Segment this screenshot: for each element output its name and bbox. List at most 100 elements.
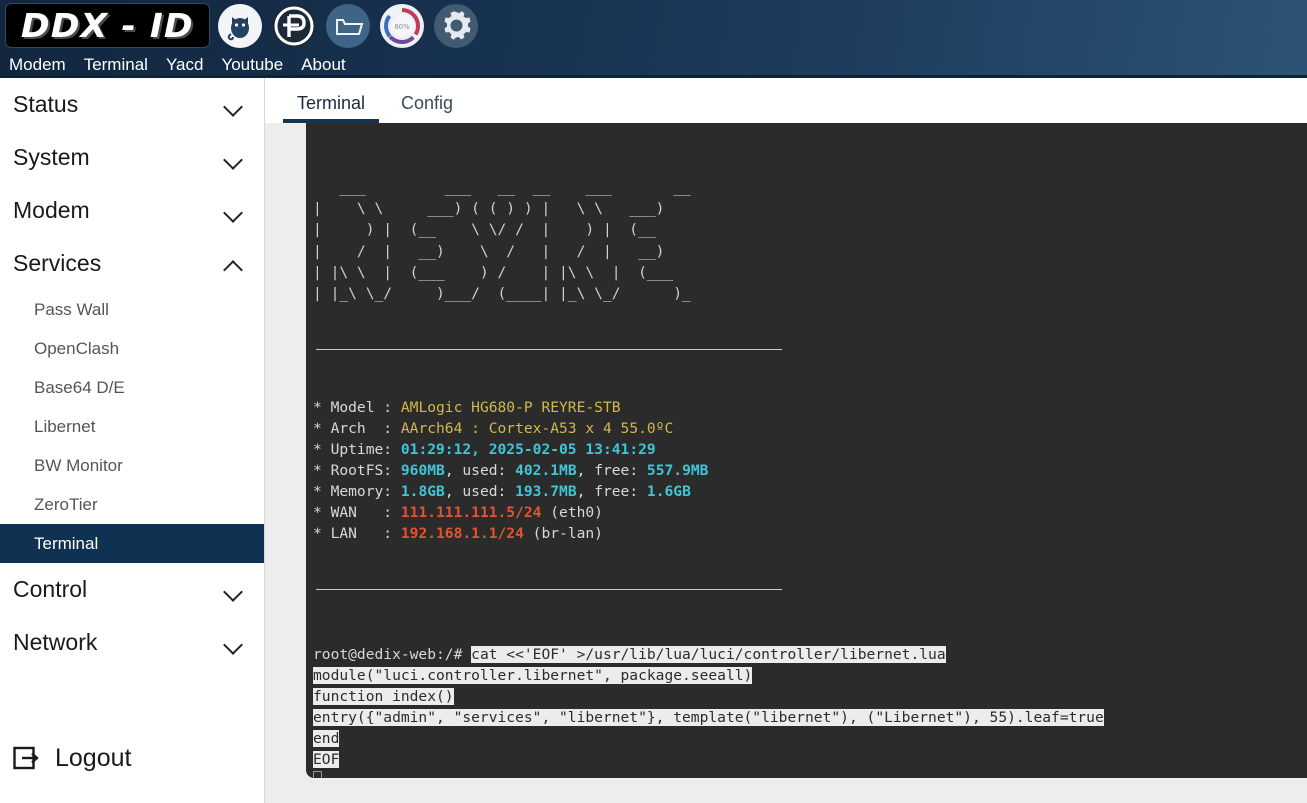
chevron-down-icon xyxy=(224,201,244,221)
sidebar-group-system[interactable]: System xyxy=(0,131,264,184)
info-value: 402.1MB xyxy=(515,462,577,480)
terminal-rule-bottom xyxy=(316,589,782,591)
terminal-command-line: EOF xyxy=(313,749,1307,770)
brand-logo: DDX - ID xyxy=(5,3,210,48)
info-value: 193.7MB xyxy=(515,483,577,501)
terminal-info-line: * Arch : AArch64 : Cortex-A53 x 4 55.0ºC xyxy=(313,418,1307,439)
yacd-cat-icon[interactable] xyxy=(218,4,262,48)
terminal-command-line: end xyxy=(313,728,1307,749)
terminal-panel-wrap: ___ ___ __ __ ___ __ | \ \ ___) ( ( ) ) … xyxy=(306,123,1307,778)
terminal-command-line: entry({"admin", "services", "libernet"},… xyxy=(313,707,1307,728)
info-value: (eth0) xyxy=(541,504,603,522)
info-value: , used: xyxy=(444,462,516,480)
info-value: AMLogic HG680-P REYRE-STB xyxy=(400,399,621,417)
sidebar-group-system-label: System xyxy=(13,144,90,170)
chevron-down-icon xyxy=(224,95,244,115)
sidebar-item-openclash[interactable]: OpenClash xyxy=(0,329,264,368)
info-key: WAN : xyxy=(330,504,401,522)
header-nav-yacd[interactable]: Yacd xyxy=(157,54,213,76)
terminal-command-text: function index() xyxy=(313,688,454,706)
terminal-info-line: * LAN : 192.168.1.1/24 (br-lan) xyxy=(313,523,1307,544)
chevron-down-icon xyxy=(224,580,244,600)
sidebar-group-network-label: Network xyxy=(13,629,98,655)
terminal-ascii-banner: ___ ___ __ __ ___ __ | \ \ ___) ( ( ) ) … xyxy=(313,179,691,303)
brand-logo-text: DDX - ID xyxy=(21,6,194,45)
main-content: Terminal Config ___ ___ __ __ ___ __ | \… xyxy=(265,78,1307,803)
header-nav-about[interactable]: About xyxy=(292,54,354,76)
header-nav-modem[interactable]: Modem xyxy=(0,54,75,76)
info-value: 1.6GB xyxy=(646,483,691,501)
header-nav-youtube[interactable]: Youtube xyxy=(212,54,292,76)
tab-bar: Terminal Config xyxy=(265,78,1307,123)
terminal-info-line: * Model : AMLogic HG680-P REYRE-STB xyxy=(313,397,1307,418)
terminal-cursor-line xyxy=(313,770,1307,778)
file-folder-icon[interactable] xyxy=(326,4,370,48)
sidebar-group-network[interactable]: Network xyxy=(0,616,264,669)
terminal-cursor xyxy=(313,771,322,778)
logout-icon xyxy=(13,746,39,770)
info-value: 111.111.111.5/24 xyxy=(400,504,542,522)
sidebar-item-label: Base64 D/E xyxy=(34,377,125,397)
tab-terminal[interactable]: Terminal xyxy=(279,93,383,123)
terminal-output[interactable]: ___ ___ __ __ ___ __ | \ \ ___) ( ( ) ) … xyxy=(306,123,1307,778)
sidebar-item-label: ZeroTier xyxy=(34,494,98,514)
info-key: Arch : xyxy=(330,420,401,438)
gear-settings-icon[interactable] xyxy=(434,4,478,48)
passwall-p-icon[interactable] xyxy=(272,4,316,48)
sidebar-group-status[interactable]: Status xyxy=(0,78,264,131)
sidebar-item-zerotier[interactable]: ZeroTier xyxy=(0,485,264,524)
sidebar-item-label: Libernet xyxy=(34,416,96,436)
terminal-info-line: * WAN : 111.111.111.5/24 (eth0) xyxy=(313,502,1307,523)
tab-config[interactable]: Config xyxy=(383,93,471,123)
terminal-command-text: EOF xyxy=(313,751,340,769)
sidebar-group-services[interactable]: Services xyxy=(0,237,264,290)
terminal-rule-top xyxy=(316,349,782,351)
sidebar-item-terminal[interactable]: Terminal xyxy=(0,524,264,563)
info-value: , free: xyxy=(576,462,647,480)
info-value: 192.168.1.1/24 xyxy=(400,525,524,543)
sidebar-group-modem[interactable]: Modem xyxy=(0,184,264,237)
info-bullet: * xyxy=(313,483,331,501)
sidebar-group-control-label: Control xyxy=(13,576,88,602)
chevron-up-icon xyxy=(224,254,244,274)
info-value: AArch64 : Cortex-A53 x 4 55.0ºC xyxy=(400,420,674,438)
info-value: 1.8GB xyxy=(400,483,445,501)
app-root: DDX - ID 80% Modem Terminal Yacd Youtube… xyxy=(0,0,1307,803)
info-bullet: * xyxy=(313,399,331,417)
tab-config-label: Config xyxy=(401,93,454,113)
header-nav-terminal[interactable]: Terminal xyxy=(75,54,157,76)
info-value: 960MB xyxy=(400,462,445,480)
info-bullet: * xyxy=(313,441,331,459)
sidebar-item-label: OpenClash xyxy=(34,338,120,358)
info-value: (br-lan) xyxy=(523,525,603,543)
sidebar: Status System Modem Services Pass Wall O… xyxy=(0,78,265,803)
chevron-down-icon xyxy=(224,633,244,653)
svg-text:80%: 80% xyxy=(394,23,410,31)
app-header: DDX - ID 80% Modem Terminal Yacd Youtube… xyxy=(0,0,1307,78)
sidebar-group-modem-label: Modem xyxy=(13,197,90,223)
terminal-command-text: module("luci.controller.libernet", packa… xyxy=(313,667,753,685)
terminal-command-text: entry({"admin", "services", "libernet"},… xyxy=(313,709,1104,727)
header-top-row: DDX - ID 80% xyxy=(0,0,1307,52)
sidebar-group-control[interactable]: Control xyxy=(0,563,264,616)
sidebar-item-pass-wall[interactable]: Pass Wall xyxy=(0,290,264,329)
sidebar-item-bw-monitor[interactable]: BW Monitor xyxy=(0,446,264,485)
bandwidth-gauge-icon[interactable]: 80% xyxy=(380,4,424,48)
info-key: LAN : xyxy=(330,525,401,543)
sidebar-item-label: Terminal xyxy=(34,533,99,553)
logout-button[interactable]: Logout xyxy=(0,728,264,788)
sidebar-item-label: Pass Wall xyxy=(34,299,109,319)
terminal-command-text: cat <<'EOF' >/usr/lib/lua/luci/controlle… xyxy=(471,646,946,664)
chevron-down-icon xyxy=(224,148,244,168)
info-key: Model : xyxy=(330,399,401,417)
tab-terminal-label: Terminal xyxy=(297,93,366,113)
terminal-system-info: * Model : AMLogic HG680-P REYRE-STB * Arc… xyxy=(313,397,1307,544)
terminal-prompt: root@dedix-web:/# xyxy=(313,646,472,664)
info-bullet: * xyxy=(313,420,331,438)
info-key: Uptime: xyxy=(330,441,401,459)
terminal-command-text: end xyxy=(313,730,340,748)
sidebar-item-label: BW Monitor xyxy=(34,455,123,475)
info-value: , used: xyxy=(444,483,516,501)
sidebar-item-base64-de[interactable]: Base64 D/E xyxy=(0,368,264,407)
sidebar-item-libernet[interactable]: Libernet xyxy=(0,407,264,446)
